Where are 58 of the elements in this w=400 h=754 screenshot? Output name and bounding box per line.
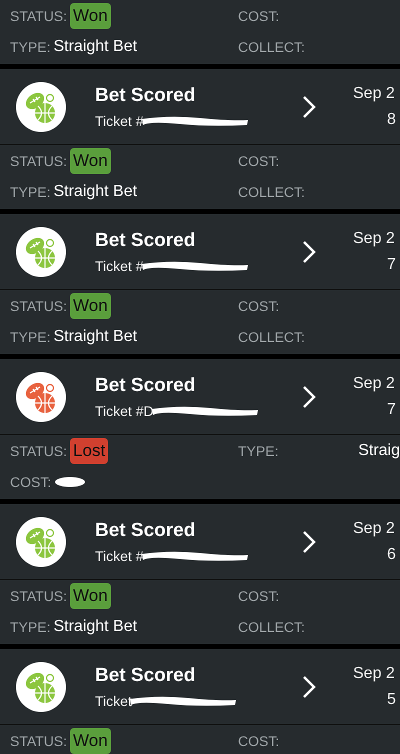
field-label: COST: bbox=[238, 588, 280, 604]
ticket-number: Ticket # bbox=[95, 258, 144, 274]
status-badge: Won bbox=[70, 728, 111, 754]
field-label: TYPE: bbox=[10, 618, 50, 634]
redaction-mark bbox=[54, 476, 86, 488]
field-label: COST: bbox=[10, 474, 52, 490]
field-label: STATUS: bbox=[10, 588, 68, 604]
bet-time: 7 bbox=[386, 256, 396, 274]
field-label: COLLECT: bbox=[238, 328, 305, 344]
status-badge: Won bbox=[70, 292, 111, 318]
status-badge: Won bbox=[70, 2, 111, 28]
chevron-right-icon[interactable] bbox=[302, 530, 316, 554]
bet-date: Sep 2 bbox=[353, 520, 396, 538]
bet-time: 7 bbox=[386, 400, 396, 418]
field-label: STATUS: bbox=[10, 732, 68, 748]
field-label: STATUS: bbox=[10, 8, 68, 24]
status-badge: Won bbox=[70, 582, 111, 608]
field-label: TYPE: bbox=[10, 38, 50, 54]
field-label: COST: bbox=[238, 8, 280, 24]
field-label: COLLECT: bbox=[238, 38, 305, 54]
status-badge: Lost bbox=[70, 438, 108, 464]
field-label: TYPE: bbox=[238, 442, 278, 458]
bet-title: Bet Scored bbox=[95, 374, 196, 396]
chevron-right-icon[interactable] bbox=[302, 674, 316, 698]
field-label: COST: bbox=[238, 298, 280, 314]
bet-title: Bet Scored bbox=[95, 84, 196, 106]
bet-date: Sep 2 bbox=[353, 84, 396, 102]
chevron-right-icon[interactable] bbox=[302, 240, 316, 264]
bet-time: 8 bbox=[386, 110, 396, 128]
field-label: COST: bbox=[238, 152, 280, 168]
bet-title: Bet Scored bbox=[95, 230, 196, 252]
field-label: TYPE: bbox=[10, 328, 50, 344]
status-badge: Won bbox=[70, 148, 111, 174]
bet-time: 6 bbox=[386, 546, 396, 564]
ticket-number: Ticket #D bbox=[95, 402, 154, 418]
bet-date: Sep 2 bbox=[353, 664, 396, 682]
bet-time: 5 bbox=[386, 690, 396, 708]
field-value: Straight Bet bbox=[53, 328, 138, 346]
field-value: Straig bbox=[358, 442, 400, 460]
field-label: STATUS: bbox=[10, 298, 68, 314]
field-label: TYPE: bbox=[10, 184, 50, 200]
field-label: COLLECT: bbox=[238, 618, 305, 634]
field-label: COLLECT: bbox=[238, 184, 305, 200]
field-label: STATUS: bbox=[10, 152, 68, 168]
field-label: COST: bbox=[238, 732, 280, 748]
field-value: Straight Bet bbox=[53, 38, 138, 56]
ticket-number: Ticket # bbox=[95, 112, 144, 128]
ticket-number: Ticket # bbox=[95, 548, 144, 564]
bet-date: Sep 2 bbox=[353, 230, 396, 248]
bet-title: Bet Scored bbox=[95, 520, 196, 542]
bet-date: Sep 2 bbox=[353, 374, 396, 392]
field-value: Straight Bet bbox=[53, 182, 138, 200]
ticket-number: Ticket bbox=[95, 692, 132, 708]
chevron-right-icon[interactable] bbox=[302, 94, 316, 118]
bet-title: Bet Scored bbox=[95, 664, 196, 686]
field-label: STATUS: bbox=[10, 442, 68, 458]
chevron-right-icon[interactable] bbox=[302, 384, 316, 408]
field-value: Straight Bet bbox=[53, 618, 138, 636]
